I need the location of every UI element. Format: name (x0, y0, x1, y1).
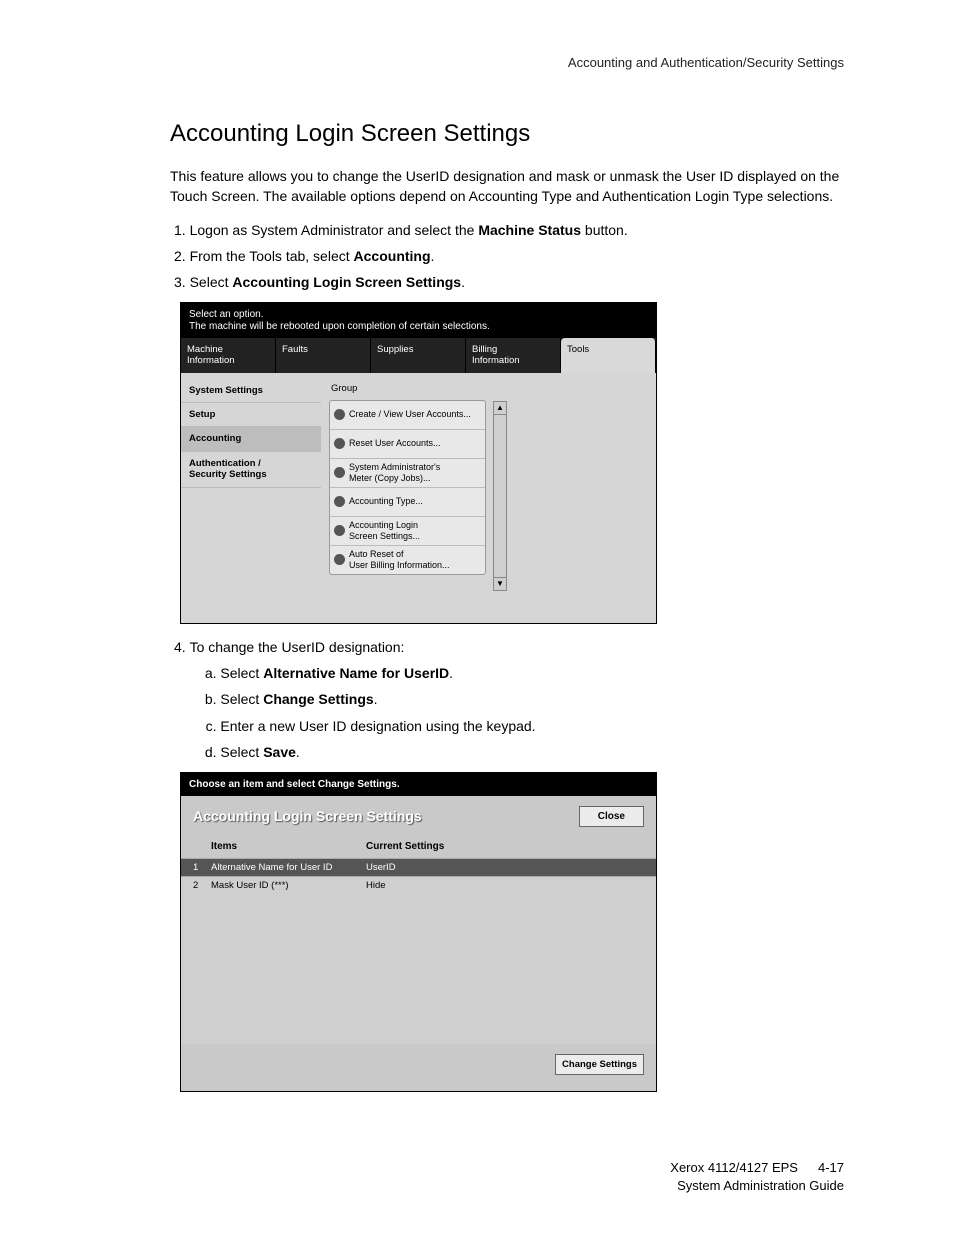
step-4c: Enter a new User ID designation using th… (220, 715, 844, 737)
step-1: Logon as System Administrator and select… (190, 219, 844, 241)
bullet-icon (334, 525, 345, 536)
scroll-track[interactable] (493, 415, 507, 577)
s2-column-header: Items Current Settings (181, 837, 656, 858)
s1-group-list: Create / View User Accounts... Reset Use… (329, 400, 486, 575)
row-alt-name-userid[interactable]: 1 Alternative Name for User ID UserID (181, 858, 656, 876)
item-sysadmin-meter[interactable]: System Administrator's Meter (Copy Jobs)… (330, 459, 485, 488)
s1-tab-row: Machine Information Faults Supplies Bill… (181, 338, 656, 373)
close-button[interactable]: Close (579, 806, 644, 827)
screenshot-login-screen-settings: Choose an item and select Change Setting… (180, 772, 657, 1092)
page-footer: Xerox 4112/4127 EPS4-17 System Administr… (670, 1159, 844, 1195)
bullet-icon (334, 438, 345, 449)
step-4: To change the UserID designation: Select… (190, 636, 844, 764)
tab-billing-info[interactable]: Billing Information (466, 338, 561, 373)
side-system-settings[interactable]: System Settings (181, 379, 321, 403)
side-auth-security[interactable]: Authentication / Security Settings (181, 452, 321, 488)
step-4b: Select Change Settings. (220, 688, 844, 710)
s2-empty-area (181, 894, 656, 1044)
item-auto-reset-billing[interactable]: Auto Reset of User Billing Information..… (330, 546, 485, 574)
item-login-screen-settings[interactable]: Accounting Login Screen Settings... (330, 517, 485, 546)
group-label: Group (329, 379, 648, 400)
bullet-icon (334, 554, 345, 565)
step-4d: Select Save. (220, 741, 844, 763)
step-3: Select Accounting Login Screen Settings. (190, 271, 844, 293)
bullet-icon (334, 409, 345, 420)
change-settings-button[interactable]: Change Settings (555, 1054, 644, 1075)
item-reset-accounts[interactable]: Reset User Accounts... (330, 430, 485, 459)
tab-faults[interactable]: Faults (276, 338, 371, 373)
tab-machine-info[interactable]: Machine Information (181, 338, 276, 373)
step-2: From the Tools tab, select Accounting. (190, 245, 844, 267)
s1-sidebar: System Settings Setup Accounting Authent… (181, 373, 321, 623)
item-accounting-type[interactable]: Accounting Type... (330, 488, 485, 517)
bullet-icon (334, 467, 345, 478)
steps-list-bottom: To change the UserID designation: Select… (170, 636, 844, 764)
side-accounting[interactable]: Accounting (181, 427, 321, 451)
header-breadcrumb: Accounting and Authentication/Security S… (170, 55, 844, 70)
tab-supplies[interactable]: Supplies (371, 338, 466, 373)
tab-tools[interactable]: Tools (561, 338, 656, 373)
item-create-view-accounts[interactable]: Create / View User Accounts... (330, 401, 485, 430)
screenshot-tools-accounting: Select an option. The machine will be re… (180, 302, 657, 624)
steps-list-top: Logon as System Administrator and select… (170, 219, 844, 294)
intro-paragraph: This feature allows you to change the Us… (170, 166, 844, 207)
row-mask-userid[interactable]: 2 Mask User ID (***) Hide (181, 876, 656, 894)
step-4a: Select Alternative Name for UserID. (220, 662, 844, 684)
s2-panel-title: Accounting Login Screen Settings (193, 808, 579, 824)
s1-instruction-bar: Select an option. The machine will be re… (181, 303, 656, 338)
scroll-up-icon[interactable]: ▲ (493, 401, 507, 415)
s1-scrollbar[interactable]: ▲ ▼ (493, 401, 507, 591)
page-title: Accounting Login Screen Settings (170, 120, 844, 148)
scroll-down-icon[interactable]: ▼ (493, 577, 507, 591)
side-setup[interactable]: Setup (181, 403, 321, 427)
bullet-icon (334, 496, 345, 507)
s2-instruction-bar: Choose an item and select Change Setting… (181, 773, 656, 796)
